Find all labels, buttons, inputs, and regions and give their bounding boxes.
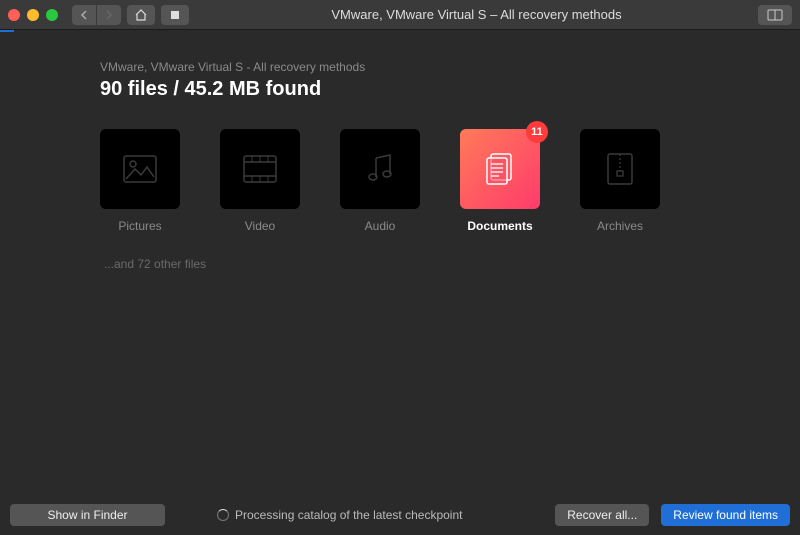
category-row: Pictures Video bbox=[100, 129, 700, 233]
view-toggle-button[interactable] bbox=[758, 5, 792, 25]
forward-button[interactable] bbox=[97, 5, 121, 25]
category-tile bbox=[340, 129, 420, 209]
stop-icon bbox=[170, 10, 180, 20]
category-label: Archives bbox=[580, 219, 660, 233]
category-video[interactable]: Video bbox=[220, 129, 300, 233]
review-found-items-button[interactable]: Review found items bbox=[661, 504, 790, 526]
main-content: VMware, VMware Virtual S - All recovery … bbox=[0, 32, 800, 271]
category-audio[interactable]: Audio bbox=[340, 129, 420, 233]
status-row: Processing catalog of the latest checkpo… bbox=[217, 508, 543, 522]
category-label: Pictures bbox=[100, 219, 180, 233]
document-icon bbox=[485, 152, 515, 186]
back-button[interactable] bbox=[72, 5, 96, 25]
minimize-window-button[interactable] bbox=[27, 9, 39, 21]
category-label: Documents bbox=[460, 219, 540, 233]
recover-all-button[interactable]: Recover all... bbox=[555, 504, 649, 526]
category-pictures[interactable]: Pictures bbox=[100, 129, 180, 233]
archive-icon bbox=[607, 153, 633, 185]
category-documents[interactable]: 11 Documents bbox=[460, 129, 540, 233]
documents-badge: 11 bbox=[526, 121, 548, 143]
titlebar: VMware, VMware Virtual S – All recovery … bbox=[0, 0, 800, 30]
columns-icon bbox=[767, 9, 783, 21]
category-label: Audio bbox=[340, 219, 420, 233]
breadcrumb: VMware, VMware Virtual S - All recovery … bbox=[100, 60, 700, 74]
category-tile bbox=[100, 129, 180, 209]
home-button[interactable] bbox=[127, 5, 155, 25]
other-files-text: ...and 72 other files bbox=[104, 257, 700, 271]
category-tile: 11 bbox=[460, 129, 540, 209]
footer-bar: Show in Finder Processing catalog of the… bbox=[0, 495, 800, 535]
video-icon bbox=[243, 155, 277, 183]
window-controls bbox=[8, 9, 58, 21]
category-tile bbox=[580, 129, 660, 209]
category-archives[interactable]: Archives bbox=[580, 129, 660, 233]
audio-icon bbox=[366, 154, 394, 184]
stop-button[interactable] bbox=[161, 5, 189, 25]
home-icon bbox=[134, 9, 148, 21]
category-label: Video bbox=[220, 219, 300, 233]
scan-summary-headline: 90 files / 45.2 MB found bbox=[100, 78, 700, 101]
image-icon bbox=[123, 155, 157, 183]
window-title: VMware, VMware Virtual S – All recovery … bbox=[195, 7, 758, 22]
category-tile bbox=[220, 129, 300, 209]
spinner-icon bbox=[217, 509, 229, 521]
nav-back-forward bbox=[72, 5, 121, 25]
maximize-window-button[interactable] bbox=[46, 9, 58, 21]
close-window-button[interactable] bbox=[8, 9, 20, 21]
show-in-finder-button[interactable]: Show in Finder bbox=[10, 504, 165, 526]
status-text: Processing catalog of the latest checkpo… bbox=[235, 508, 462, 522]
